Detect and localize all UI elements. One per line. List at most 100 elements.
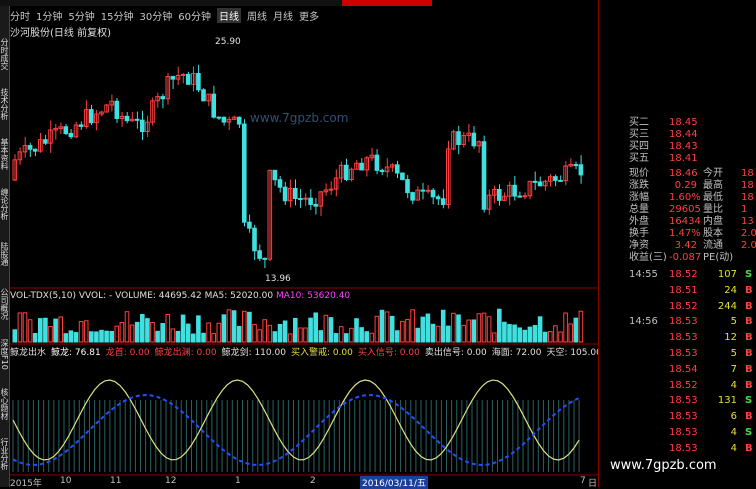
trade-price: 18.52 — [669, 300, 698, 312]
volume-bar — [83, 320, 89, 343]
sidebar-tab-5[interactable]: 公司概况 — [0, 280, 9, 328]
volume-bar — [170, 328, 176, 343]
stat-label2: 最高 — [703, 180, 723, 191]
volume-bars — [12, 308, 584, 343]
volume-bar — [354, 318, 359, 343]
period-tab-9[interactable]: 更多 — [299, 8, 319, 23]
site-watermark: www.7gpzb.com — [610, 458, 717, 473]
period-tab-5[interactable]: 60分钟 — [178, 8, 211, 23]
volume-bar — [160, 323, 165, 343]
period-tab-1[interactable]: 1分钟 — [36, 8, 62, 23]
stat-row: 收益(三) -0.087 PE(动) — [599, 252, 756, 263]
volume-bar — [247, 311, 252, 343]
candle-body — [532, 180, 538, 183]
trade-volume: 107 — [717, 269, 737, 280]
stat-label: 涨跌 — [629, 180, 649, 191]
candle-body — [124, 115, 130, 122]
volume-bar — [201, 332, 206, 343]
stat-label2: 内盘 — [703, 216, 723, 227]
trade-row: 14:56 18.53 5 B — [629, 315, 756, 329]
period-tab-0[interactable]: 分时 — [10, 8, 30, 23]
high-marker: 25.90 — [215, 37, 241, 47]
period-tab-6[interactable]: 日线 — [216, 7, 241, 23]
stat-value2: 18 — [741, 168, 754, 179]
sidebar-tab-4[interactable]: 陆股通 — [0, 230, 9, 278]
candle-body — [374, 154, 380, 171]
sidebar-tab-0[interactable]: 分时成交 — [0, 30, 9, 78]
stat-label2: 最低 — [703, 192, 723, 203]
trade-price: 18.53 — [669, 442, 698, 454]
trade-price: 18.53 — [669, 316, 698, 328]
ask-row: 买四 18.43 — [599, 141, 756, 152]
vol-indicator: VOL-TDX(5,10) — [10, 291, 77, 301]
volume-bar — [542, 331, 548, 343]
trade-row: 18.52 244 B — [629, 300, 756, 314]
ask-label: 买四 — [629, 141, 649, 152]
stat-label: 换手 — [629, 228, 649, 239]
trade-side: B — [745, 316, 753, 328]
trade-price: 18.52 — [669, 269, 698, 280]
volume-bar — [486, 316, 492, 343]
volume-bar — [553, 325, 558, 343]
candle-body — [573, 164, 579, 167]
trade-side: S — [745, 395, 753, 407]
volume-bar — [481, 312, 487, 343]
period-tab-4[interactable]: 30分钟 — [139, 8, 172, 23]
stat-label2: 流通 — [703, 240, 723, 251]
volume-bar — [63, 333, 69, 343]
stat-value: -0.087 — [669, 252, 702, 263]
volume-bar — [293, 317, 298, 343]
candle-body — [537, 181, 543, 187]
candle-body — [247, 221, 252, 229]
osc-label-4: 鲸龙剑: 110.00 — [221, 348, 286, 356]
trade-volume: 131 — [717, 395, 737, 407]
vvol-label: VVOL: - — [78, 291, 113, 301]
sidebar-tab-6[interactable]: 深度F10 — [0, 330, 9, 378]
sidebar-tab-7[interactable]: 核心题材 — [0, 380, 9, 428]
low-marker: 13.96 — [265, 274, 291, 284]
volume-bar — [532, 325, 538, 343]
trade-price: 18.53 — [669, 427, 698, 438]
period-tab-7[interactable]: 周线 — [247, 8, 267, 23]
period-toolbar: 分时 1分钟 5分钟 15分钟 30分钟 60分钟 日线 周线 月线 更多 — [10, 7, 319, 23]
volume-bar — [272, 331, 278, 343]
volume-bar — [236, 325, 242, 343]
kline-chart-area[interactable]: 25.90 13.96 www.7gpzb.com — [10, 30, 598, 487]
candle-body — [303, 197, 308, 200]
period-tab-3[interactable]: 15分钟 — [101, 8, 134, 23]
volume-bar — [359, 327, 364, 343]
stat-value2: 1 — [741, 204, 748, 215]
candle-body — [558, 179, 563, 182]
stat-row: 外盘 16434 内盘 13 — [599, 216, 756, 227]
volume-bar — [185, 323, 191, 343]
volume-bar — [114, 325, 120, 343]
dragon-sword-line — [12, 393, 580, 467]
trade-volume: 5 — [730, 348, 737, 359]
volume-bar — [466, 319, 471, 343]
stat-row: 涨幅 1.60% 最低 18 — [599, 192, 756, 203]
candle-body — [405, 179, 410, 194]
sidebar-tab-2[interactable]: 基本资料 — [0, 130, 9, 178]
volume-bar — [211, 333, 216, 343]
candle-body — [196, 73, 201, 91]
sidebar-tab-8[interactable]: 行业分析 — [0, 430, 9, 478]
volume-bar — [497, 308, 502, 343]
volume-bar — [129, 324, 135, 343]
period-tab-8[interactable]: 月线 — [273, 8, 293, 23]
volume-bar — [308, 317, 313, 343]
time-end-label: 日 — [588, 479, 598, 489]
trade-side: B — [745, 442, 753, 454]
stat-label: 收益(三) — [629, 252, 667, 263]
oscillator-header: 鲸龙出水 鲸龙: 76.81 龙首: 0.00 鲸龙出渊: 0.00 鲸龙剑: 110.… — [10, 345, 600, 356]
volume-bar — [578, 310, 584, 343]
trade-time: 14:55 — [629, 269, 658, 280]
stat-label: 涨幅 — [629, 192, 649, 203]
stat-row: 换手 1.47% 股本 2.0 — [599, 228, 756, 239]
sidebar-tab-3[interactable]: 缠论分析 — [0, 180, 9, 228]
candle-body — [140, 119, 145, 133]
volume-bar — [446, 325, 451, 343]
period-tab-2[interactable]: 5分钟 — [68, 8, 94, 23]
candle-body — [308, 197, 313, 205]
sidebar-tab-1[interactable]: 技术分析 — [0, 80, 9, 128]
candle-body — [400, 172, 405, 181]
